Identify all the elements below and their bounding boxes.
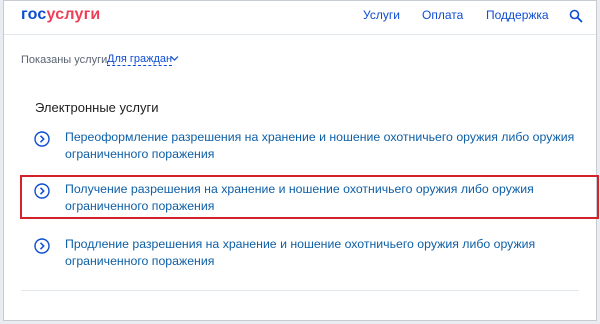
section-title: Электронные услуги (35, 100, 159, 115)
gosuslugi-logo[interactable]: госуслуги (21, 6, 100, 24)
service-link-label[interactable]: Переоформление разрешения на хранение и … (65, 129, 595, 163)
chevron-right-circle-icon (34, 131, 50, 147)
header: госуслуги Услуги Оплата Поддержка (4, 1, 596, 35)
logo-gos-text: гос (21, 6, 47, 23)
service-link-label[interactable]: Продление разрешения на хранение и ношен… (65, 236, 595, 270)
nav-support[interactable]: Поддержка (486, 8, 549, 22)
page: госуслуги Услуги Оплата Поддержка Показа… (3, 0, 599, 321)
service-link-renew[interactable]: Продление разрешения на хранение и ношен… (34, 236, 594, 272)
divider (21, 290, 579, 291)
audience-filter-select[interactable]: Для граждан (107, 53, 173, 66)
nav-payment[interactable]: Оплата (422, 8, 463, 22)
chevron-down-icon[interactable] (170, 55, 179, 62)
search-icon[interactable] (569, 9, 583, 23)
nav-services[interactable]: Услуги (363, 8, 400, 22)
logo-uslugi-text: услуги (46, 6, 101, 23)
chevron-right-circle-icon (34, 238, 50, 254)
filter-label: Показаны услуги (21, 54, 108, 66)
service-link-reissue[interactable]: Переоформление разрешения на хранение и … (34, 129, 594, 165)
highlight-box (20, 175, 599, 219)
